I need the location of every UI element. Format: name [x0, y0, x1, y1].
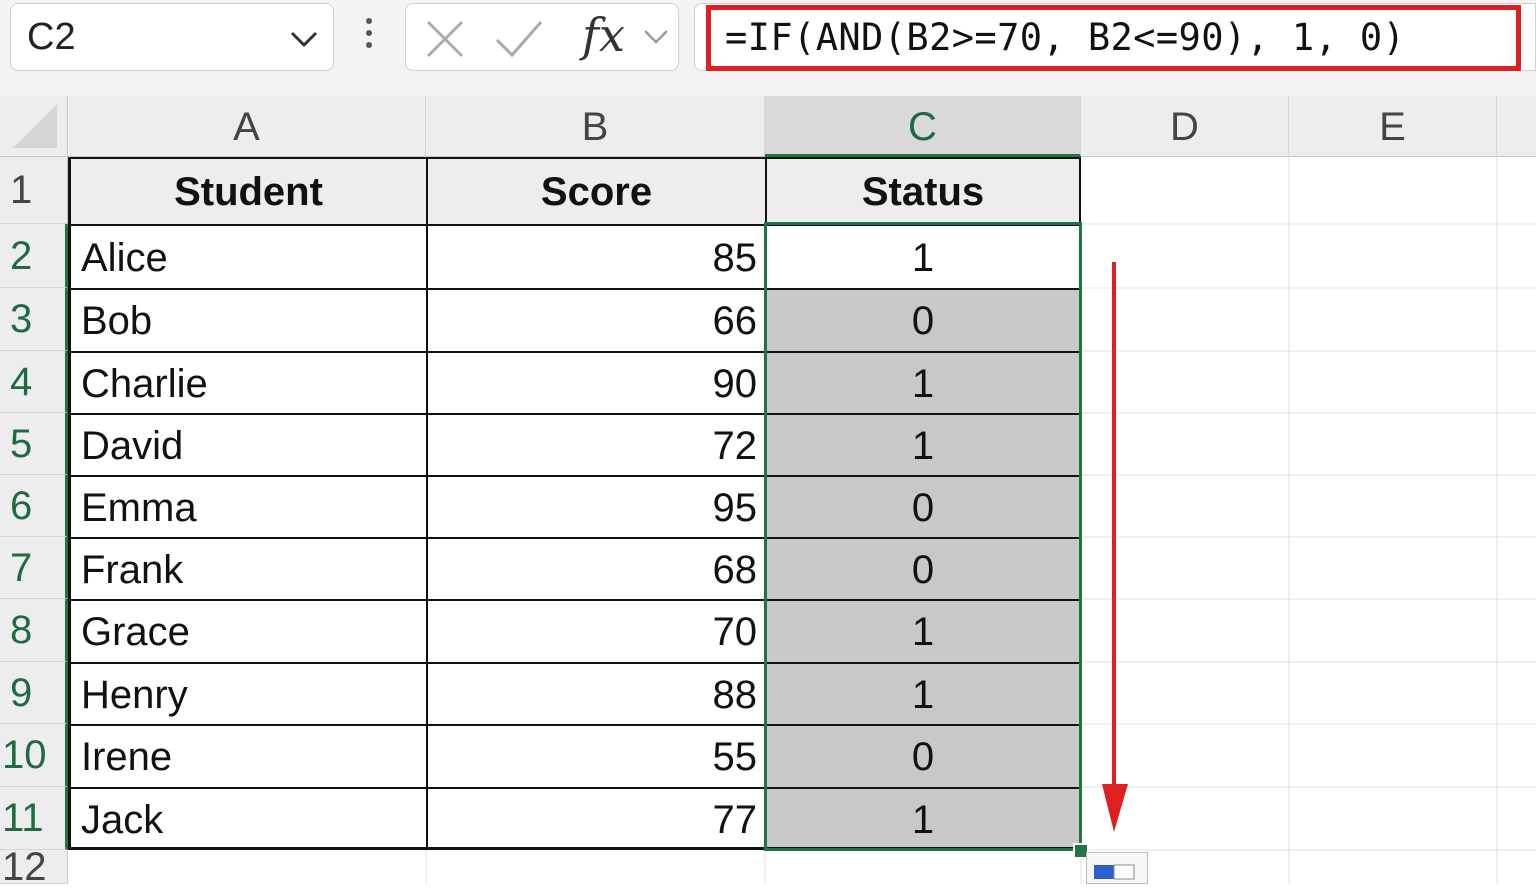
- cell-status[interactable]: 1: [765, 662, 1081, 724]
- cell-student[interactable]: Frank: [68, 537, 426, 599]
- cell-status[interactable]: 0: [765, 537, 1081, 599]
- cell-status[interactable]: 1: [765, 787, 1081, 850]
- cell-score[interactable]: 66: [426, 288, 765, 351]
- cell-score[interactable]: 55: [426, 724, 765, 787]
- cell-score[interactable]: 68: [426, 537, 765, 599]
- cell-student[interactable]: David: [68, 413, 426, 475]
- cell-student[interactable]: Emma: [68, 475, 426, 537]
- header-cell-score[interactable]: Score: [426, 157, 765, 224]
- cell-student[interactable]: Irene: [68, 724, 426, 787]
- cell-status[interactable]: 1: [765, 224, 1081, 288]
- cell-status[interactable]: 0: [765, 288, 1081, 351]
- cell-score[interactable]: 85: [426, 224, 765, 288]
- cell-score[interactable]: 72: [426, 413, 765, 475]
- cell-student[interactable]: Alice: [68, 224, 426, 288]
- cell-score[interactable]: 70: [426, 599, 765, 662]
- cell-student[interactable]: Grace: [68, 599, 426, 662]
- cell-student[interactable]: Charlie: [68, 351, 426, 413]
- cell-status[interactable]: 0: [765, 475, 1081, 537]
- arrow-down-icon: [1098, 258, 1138, 843]
- cell-score[interactable]: 88: [426, 662, 765, 724]
- quick-analysis-icon[interactable]: [1086, 852, 1148, 884]
- header-cell-student[interactable]: Student: [68, 157, 426, 224]
- cell-status[interactable]: 1: [765, 351, 1081, 413]
- cell-score[interactable]: 95: [426, 475, 765, 537]
- header-cell-status[interactable]: Status: [765, 157, 1081, 224]
- cell-score[interactable]: 77: [426, 787, 765, 850]
- cell-student[interactable]: Henry: [68, 662, 426, 724]
- cell-status[interactable]: 1: [765, 413, 1081, 475]
- cell-student[interactable]: Jack: [68, 787, 426, 850]
- cell-score[interactable]: 90: [426, 351, 765, 413]
- cell-student[interactable]: Bob: [68, 288, 426, 351]
- cell-status[interactable]: 0: [765, 724, 1081, 787]
- cell-status[interactable]: 1: [765, 599, 1081, 662]
